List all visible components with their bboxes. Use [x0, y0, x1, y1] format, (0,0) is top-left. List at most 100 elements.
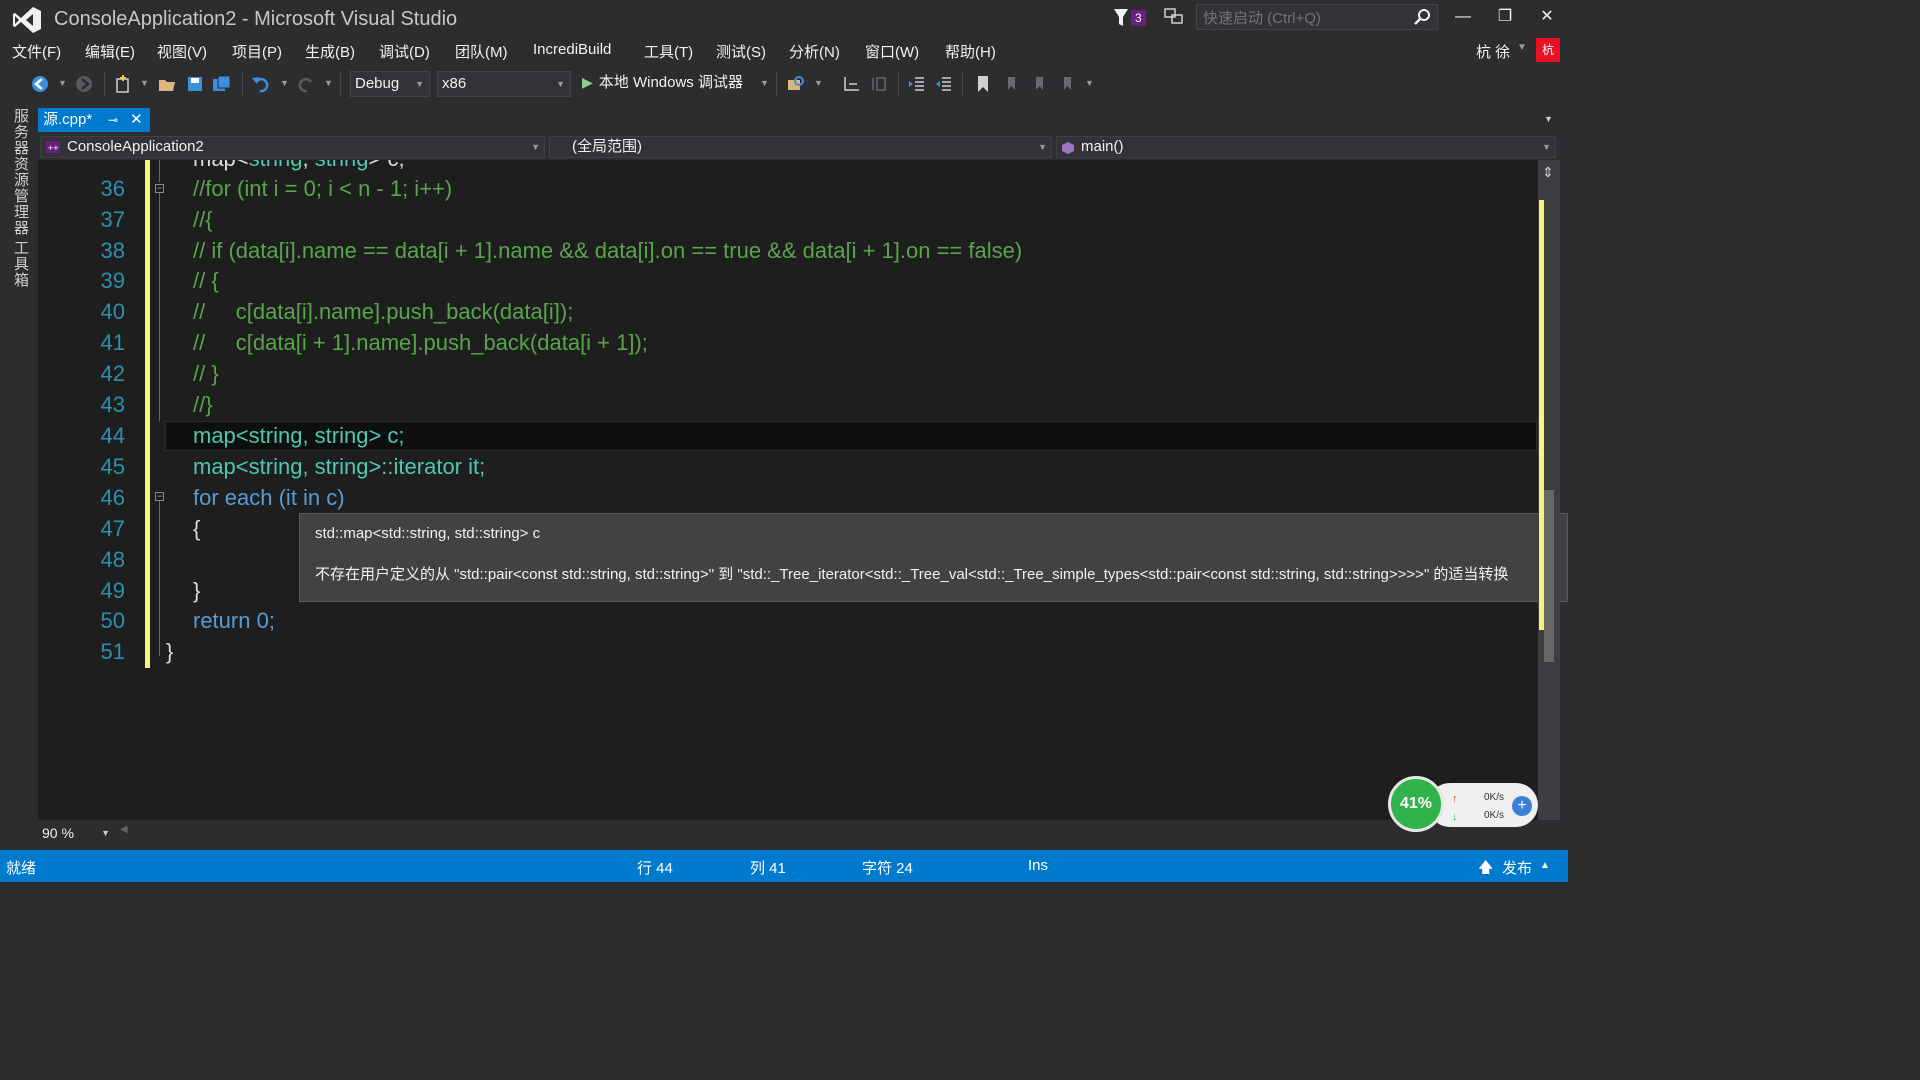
code-line[interactable]: }: [166, 639, 173, 665]
code-line[interactable]: // {: [193, 268, 219, 294]
publish-button[interactable]: 发布: [1502, 857, 1532, 878]
code-line[interactable]: // }: [193, 361, 219, 387]
search-icon[interactable]: [1413, 8, 1431, 26]
next-bookmark-icon[interactable]: [1029, 74, 1049, 94]
user-name[interactable]: 杭 徐: [1476, 41, 1510, 62]
code-line[interactable]: //}: [193, 392, 213, 418]
menu-project[interactable]: 项目(P): [232, 41, 282, 62]
split-window-icon[interactable]: ⇕: [1542, 164, 1554, 181]
solution-platform-select[interactable]: x86 ▼: [437, 71, 571, 97]
code-line[interactable]: // c[data[i + 1].name].push_back(data[i …: [193, 330, 648, 356]
navigate-back-icon[interactable]: [30, 74, 50, 94]
step-into-icon[interactable]: [842, 74, 862, 94]
navigation-bar: ++ ConsoleApplication2 ▼ (全局范围) ▼ main()…: [38, 134, 1568, 160]
find-dropdown-icon[interactable]: ▼: [814, 78, 823, 88]
code-line[interactable]: //{: [193, 207, 213, 233]
tab-source-cpp[interactable]: 源.cpp* ⊸ ✕: [38, 108, 150, 132]
project-select[interactable]: ++ ConsoleApplication2 ▼: [40, 136, 545, 158]
user-avatar[interactable]: 杭: [1536, 38, 1560, 62]
scroll-left-icon[interactable]: ◀: [120, 824, 128, 835]
outline-line: [159, 501, 160, 656]
code-line[interactable]: // c[data[i].name].push_back(data[i]);: [193, 299, 573, 325]
menu-team[interactable]: 团队(M): [455, 41, 508, 62]
menu-incredibuild[interactable]: IncrediBuild: [533, 41, 611, 58]
solution-configuration-select[interactable]: Debug ▼: [350, 71, 430, 97]
menu-build[interactable]: 生成(B): [305, 41, 355, 62]
menu-bar: 文件(F) 编辑(E) 视图(V) 项目(P) 生成(B) 调试(D) 团队(M…: [0, 38, 1568, 64]
scrollbar-thumb[interactable]: [1544, 490, 1554, 662]
code-line[interactable]: //for (int i = 0; i < n - 1; i++): [193, 176, 452, 202]
new-item-dropdown-icon[interactable]: ▼: [140, 78, 149, 88]
pin-tab-icon[interactable]: ⊸: [108, 108, 118, 132]
quick-launch-input[interactable]: [1197, 5, 1415, 31]
toolbar-options-icon[interactable]: ▼: [1085, 78, 1094, 88]
collapse-icon[interactable]: −: [155, 492, 164, 501]
minimize-button[interactable]: —: [1443, 4, 1483, 30]
menu-window[interactable]: 窗口(W): [865, 41, 919, 62]
code-line[interactable]: return 0;: [193, 608, 275, 634]
member-select[interactable]: main() ▼: [1056, 136, 1556, 158]
save-icon[interactable]: [185, 74, 205, 94]
server-explorer-tab[interactable]: 服务器资源管理器: [10, 108, 31, 236]
tab-overflow-icon[interactable]: ▼: [1544, 114, 1553, 124]
scope-select[interactable]: (全局范围) ▼: [549, 136, 1052, 158]
code-area[interactable]: − − map<string, string> c; 36 //for (int…: [38, 160, 1538, 820]
network-speed-widget[interactable]: 41% ↑ ↓ 0K/s 0K/s +: [1388, 776, 1540, 834]
notification-badge[interactable]: 3: [1131, 10, 1146, 26]
publish-arrow-icon[interactable]: 🡅: [1478, 857, 1493, 882]
menu-view[interactable]: 视图(V): [157, 41, 207, 62]
quick-launch-box[interactable]: [1196, 4, 1438, 31]
cpu-usage-indicator[interactable]: 41%: [1388, 776, 1444, 832]
save-all-icon[interactable]: [212, 74, 232, 94]
menu-analyze[interactable]: 分析(N): [789, 41, 840, 62]
redo-icon[interactable]: [296, 74, 316, 94]
plus-icon[interactable]: +: [1512, 796, 1532, 816]
close-window-button[interactable]: ✕: [1527, 4, 1567, 30]
toolbox-tab[interactable]: 工具箱: [10, 240, 31, 288]
line-number: 49: [100, 578, 125, 603]
bookmark-icon[interactable]: [973, 74, 993, 94]
zoom-level-select[interactable]: 90 % ▼: [38, 822, 113, 844]
publish-menu-icon[interactable]: ▲: [1540, 860, 1550, 871]
navigate-forward-icon[interactable]: [74, 74, 94, 94]
vertical-scrollbar[interactable]: ⇕: [1538, 160, 1560, 820]
code-line[interactable]: map<string, string>::iterator it;: [193, 454, 485, 480]
chevron-down-icon: ▼: [1038, 142, 1047, 152]
undo-icon[interactable]: [251, 74, 271, 94]
navigate-back-dropdown-icon[interactable]: ▼: [58, 78, 67, 88]
collapse-icon[interactable]: −: [155, 184, 164, 193]
code-line[interactable]: map<string, string> c;: [193, 423, 405, 449]
redo-dropdown-icon[interactable]: ▼: [324, 78, 333, 88]
solution-platform-value: x86: [442, 75, 467, 92]
clear-bookmarks-icon[interactable]: [1057, 74, 1077, 94]
code-editor[interactable]: − − map<string, string> c; 36 //for (int…: [38, 160, 1538, 820]
menu-debug[interactable]: 调试(D): [379, 41, 430, 62]
menu-test[interactable]: 测试(S): [716, 41, 766, 62]
debug-target-dropdown-icon[interactable]: ▼: [760, 78, 769, 88]
new-project-icon[interactable]: [113, 74, 133, 94]
start-debugging-label: 本地 Windows 调试器: [598, 74, 743, 91]
restore-button[interactable]: ❐: [1485, 4, 1525, 30]
close-tab-icon[interactable]: ✕: [130, 108, 143, 132]
feedback-icon[interactable]: [1163, 6, 1185, 28]
user-menu-caret-icon[interactable]: ▼: [1517, 42, 1527, 53]
outdent-icon[interactable]: [907, 74, 927, 94]
code-line[interactable]: }: [193, 578, 200, 604]
code-line[interactable]: {: [193, 516, 200, 542]
menu-tools[interactable]: 工具(T): [644, 41, 693, 62]
chevron-down-icon: ▼: [531, 142, 540, 152]
start-debugging-button[interactable]: ▶ 本地 Windows 调试器: [582, 71, 743, 92]
open-file-icon[interactable]: [157, 74, 177, 94]
horizontal-scrollbar[interactable]: ◀: [118, 822, 1538, 844]
step-over-icon[interactable]: [869, 74, 889, 94]
code-line[interactable]: // if (data[i].name == data[i + 1].name …: [193, 238, 1022, 264]
code-line[interactable]: for each (it in c): [193, 485, 345, 511]
menu-help[interactable]: 帮助(H): [945, 41, 996, 62]
undo-dropdown-icon[interactable]: ▼: [280, 78, 289, 88]
indent-icon[interactable]: [934, 74, 954, 94]
line-number: 47: [100, 516, 125, 541]
find-in-files-icon[interactable]: [786, 74, 806, 94]
menu-edit[interactable]: 编辑(E): [85, 41, 135, 62]
menu-file[interactable]: 文件(F): [12, 41, 61, 62]
previous-bookmark-icon[interactable]: [1001, 74, 1021, 94]
